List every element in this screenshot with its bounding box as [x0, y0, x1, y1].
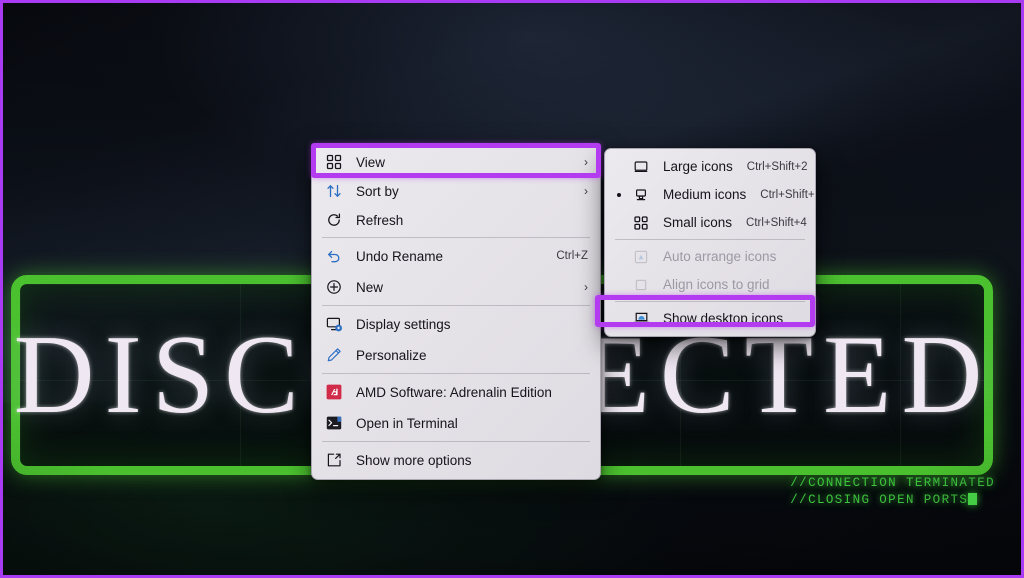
- chevron-right-icon: ›: [584, 155, 588, 169]
- undo-icon: [324, 246, 344, 266]
- menu-separator: [322, 237, 590, 238]
- submenu-item-accelerator: Ctrl+Shift+2: [747, 161, 808, 173]
- submenu-item-align-icons-to-grid[interactable]: Align icons to grid: [609, 271, 811, 298]
- menu-item-view[interactable]: View ›: [316, 148, 596, 176]
- screenshot-root: DISCONNECTED //CONNECTION TERMINATED //C…: [0, 0, 1024, 578]
- menu-separator: [322, 441, 590, 442]
- grid-icon: [324, 152, 344, 172]
- menu-item-new[interactable]: New ›: [316, 272, 596, 302]
- menu-separator: [322, 305, 590, 306]
- menu-separator: [322, 373, 590, 374]
- terminal-line-2: //CLOSING OPEN PORTS: [790, 493, 968, 507]
- auto-arrange-icon: [631, 247, 651, 267]
- plus-icon: [324, 277, 344, 297]
- menu-item-undo-rename[interactable]: Undo Rename Ctrl+Z: [316, 241, 596, 271]
- submenu-item-label: Medium icons: [663, 187, 746, 202]
- medium-icon: [631, 185, 651, 205]
- menu-item-label: Display settings: [356, 317, 588, 332]
- menu-item-display-settings[interactable]: Display settings: [316, 309, 596, 339]
- submenu-item-accelerator: Ctrl+Shift+4: [746, 217, 807, 229]
- submenu-item-label: Align icons to grid: [663, 277, 803, 292]
- large-icon: [631, 157, 651, 177]
- menu-item-label: Refresh: [356, 213, 588, 228]
- chevron-right-icon: ›: [584, 184, 588, 198]
- submenu-separator: [615, 301, 805, 302]
- submenu-item-label: Large icons: [663, 159, 733, 174]
- submenu-item-accelerator: Ctrl+Shift+3: [760, 189, 816, 201]
- display-icon: [324, 314, 344, 334]
- menu-item-refresh[interactable]: Refresh: [316, 206, 596, 234]
- menu-item-label: View: [356, 155, 574, 170]
- amd-icon: [324, 382, 344, 402]
- menu-item-label: Sort by: [356, 184, 574, 199]
- selected-bullet-icon: [617, 193, 621, 197]
- more-options-icon: [324, 450, 344, 470]
- menu-item-accelerator: Ctrl+Z: [556, 250, 588, 262]
- menu-item-open-in-terminal[interactable]: Open in Terminal: [316, 408, 596, 438]
- submenu-item-medium-icons[interactable]: Medium icons Ctrl+Shift+3: [609, 181, 811, 208]
- desktop-context-menu[interactable]: View › Sort by › Refresh Undo Rename Ctr…: [311, 143, 601, 480]
- submenu-item-label: Small icons: [663, 215, 732, 230]
- menu-item-show-more-options[interactable]: Show more options: [316, 445, 596, 475]
- submenu-item-show-desktop-icons[interactable]: Show desktop icons: [609, 305, 811, 332]
- menu-item-label: Open in Terminal: [356, 416, 588, 431]
- show-desktop-icon: [631, 309, 651, 329]
- small-icon: [631, 213, 651, 233]
- menu-item-amd-software[interactable]: AMD Software: Adrenalin Edition: [316, 377, 596, 407]
- submenu-item-label: Show desktop icons: [663, 311, 803, 326]
- terminal-line-2-wrap: //CLOSING OPEN PORTS: [790, 492, 995, 509]
- terminal-icon: [324, 413, 344, 433]
- menu-item-label: New: [356, 280, 574, 295]
- menu-item-label: AMD Software: Adrenalin Edition: [356, 385, 588, 400]
- menu-item-sort-by[interactable]: Sort by ›: [316, 177, 596, 205]
- terminal-caret: [968, 493, 977, 505]
- sort-icon: [324, 181, 344, 201]
- submenu-item-small-icons[interactable]: Small icons Ctrl+Shift+4: [609, 209, 811, 236]
- menu-item-label: Undo Rename: [356, 249, 542, 264]
- menu-item-label: Show more options: [356, 453, 588, 468]
- submenu-separator: [615, 239, 805, 240]
- submenu-item-large-icons[interactable]: Large icons Ctrl+Shift+2: [609, 153, 811, 180]
- chevron-right-icon: ›: [584, 280, 588, 294]
- pencil-icon: [324, 345, 344, 365]
- terminal-line-1: //CONNECTION TERMINATED: [790, 475, 995, 492]
- refresh-icon: [324, 210, 344, 230]
- submenu-item-label: Auto arrange icons: [663, 249, 803, 264]
- menu-item-label: Personalize: [356, 348, 588, 363]
- terminal-overlay: //CONNECTION TERMINATED //CLOSING OPEN P…: [790, 475, 995, 509]
- menu-item-personalize[interactable]: Personalize: [316, 340, 596, 370]
- view-submenu[interactable]: Large icons Ctrl+Shift+2 Medium icons Ct…: [604, 148, 816, 337]
- submenu-item-auto-arrange-icons[interactable]: Auto arrange icons: [609, 243, 811, 270]
- align-grid-icon: [631, 275, 651, 295]
